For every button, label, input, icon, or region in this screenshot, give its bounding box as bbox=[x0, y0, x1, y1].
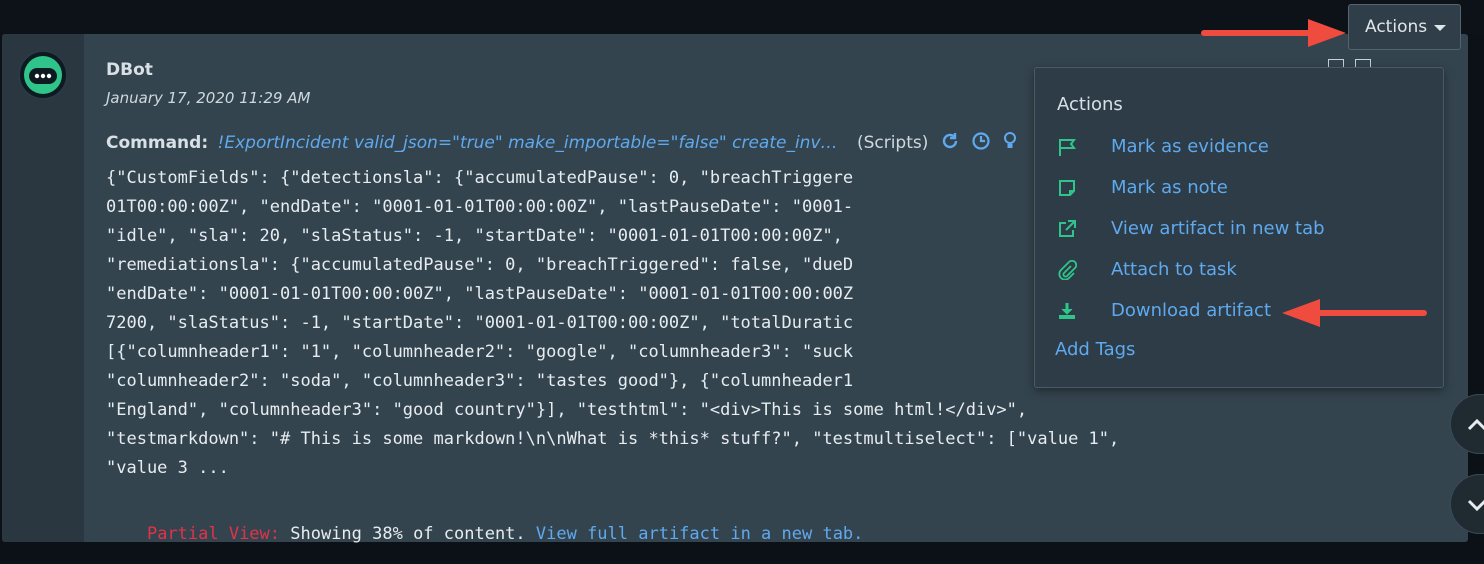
command-label: Command: bbox=[106, 133, 209, 153]
menu-item-label: View artifact in new tab bbox=[1111, 218, 1325, 239]
actions-menu: Actions Mark as evidence Mark as note Vi… bbox=[1034, 67, 1444, 388]
content-line: "testmarkdown": "# This is some markdown… bbox=[106, 429, 1120, 449]
actions-button-label: Actions bbox=[1365, 17, 1428, 37]
actions-button[interactable]: Actions bbox=[1348, 4, 1461, 50]
menu-item-label: Attach to task bbox=[1111, 259, 1237, 280]
view-full-artifact-link[interactable]: View full artifact in a new tab. bbox=[536, 524, 864, 544]
external-link-icon bbox=[1057, 219, 1077, 239]
lightbulb-icon[interactable] bbox=[1003, 131, 1017, 156]
partial-view-label: Partial View: bbox=[146, 524, 281, 544]
rerun-icon[interactable] bbox=[940, 131, 960, 156]
menu-title: Actions bbox=[1057, 94, 1123, 115]
menu-item-mark-as-evidence[interactable]: Mark as evidence bbox=[1035, 129, 1443, 165]
command-brand: (Scripts) bbox=[856, 133, 929, 153]
dbot-avatar bbox=[18, 50, 68, 100]
paperclip-icon bbox=[1057, 259, 1078, 281]
partial-view-text: Showing 38% of content. bbox=[280, 524, 536, 544]
content-line: "England", "columnheader3": "good countr… bbox=[106, 400, 1028, 420]
note-icon bbox=[1057, 178, 1077, 198]
download-icon bbox=[1057, 301, 1077, 321]
entry-author: DBot bbox=[106, 60, 153, 80]
clock-icon[interactable] bbox=[971, 131, 991, 156]
menu-item-label: Mark as evidence bbox=[1111, 136, 1269, 157]
chevron-down-icon bbox=[1434, 25, 1446, 31]
chevron-down-icon bbox=[1467, 499, 1484, 512]
menu-item-mark-as-note[interactable]: Mark as note bbox=[1035, 170, 1443, 206]
content-line: "value 3 ... bbox=[106, 458, 229, 478]
chevron-up-icon bbox=[1467, 418, 1484, 431]
command-text[interactable]: !ExportIncident valid_json="true" make_i… bbox=[218, 133, 838, 153]
menu-item-label: Download artifact bbox=[1111, 300, 1272, 321]
menu-item-view-artifact-new-tab[interactable]: View artifact in new tab bbox=[1035, 211, 1443, 247]
robot-icon bbox=[24, 56, 62, 94]
flag-icon bbox=[1057, 137, 1077, 157]
menu-item-attach-to-task[interactable]: Attach to task bbox=[1035, 252, 1443, 288]
entry-gutter bbox=[2, 34, 84, 542]
command-row: Command: !ExportIncident valid_json="tru… bbox=[106, 131, 1017, 156]
partial-view-row: Partial View: Showing 38% of content. Vi… bbox=[106, 504, 863, 564]
entry-timestamp: January 17, 2020 11:29 AM bbox=[106, 89, 311, 107]
menu-item-label: Mark as note bbox=[1111, 177, 1228, 198]
annotation-arrow-actions bbox=[1201, 19, 1346, 47]
add-tags-link[interactable]: Add Tags bbox=[1055, 339, 1135, 360]
annotation-arrow-download bbox=[1282, 299, 1427, 327]
